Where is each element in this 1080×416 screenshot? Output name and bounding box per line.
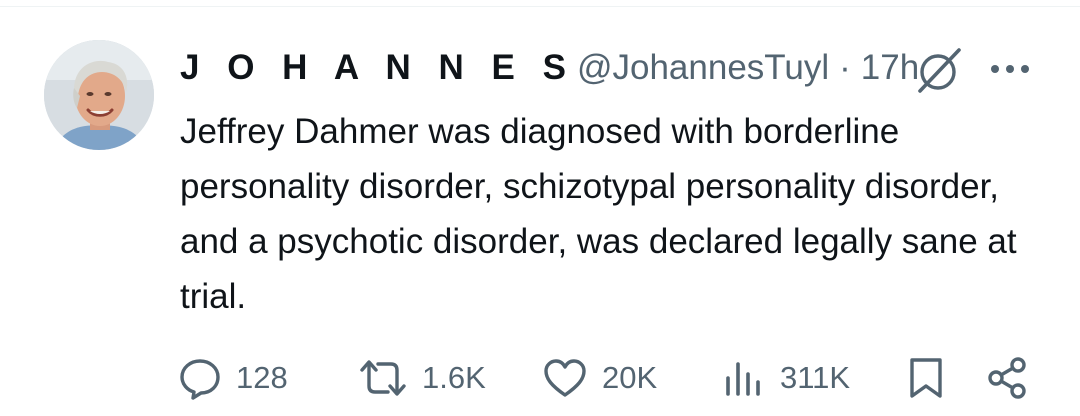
heart-icon xyxy=(544,359,586,397)
timestamp[interactable]: 17h xyxy=(861,48,919,88)
tweet-header: J O H A N N E S @JohannesTuyl · 17h xyxy=(180,44,919,92)
avatar-photo xyxy=(44,40,154,150)
views-icon xyxy=(726,362,760,396)
avatar[interactable] xyxy=(44,40,154,150)
bookmark-button[interactable] xyxy=(906,356,946,400)
action-bar: 128 1.6K 20K 311K xyxy=(178,356,1038,400)
reply-icon xyxy=(180,359,220,400)
grok-icon[interactable] xyxy=(912,44,964,96)
separator-dot: · xyxy=(839,48,851,87)
views-button[interactable]: 311K xyxy=(722,356,850,400)
like-count: 20K xyxy=(602,360,658,395)
tweet[interactable]: J O H A N N E S @JohannesTuyl · 17h Jeff… xyxy=(0,0,1080,416)
view-count: 311K xyxy=(780,360,851,395)
bookmark-icon xyxy=(910,358,942,398)
share-icon xyxy=(988,357,1026,399)
retweet-icon xyxy=(360,360,406,396)
tweet-text: Jeffrey Dahmer was diagnosed with border… xyxy=(180,112,1017,316)
repost-count: 1.6K xyxy=(422,360,486,395)
share-button[interactable] xyxy=(986,356,1030,400)
like-button[interactable]: 20K xyxy=(542,356,657,400)
more-icon[interactable] xyxy=(988,54,1032,84)
reply-count: 128 xyxy=(236,360,288,395)
user-handle[interactable]: @JohannesTuyl xyxy=(577,48,829,88)
repost-button[interactable]: 1.6K xyxy=(358,356,486,400)
display-name[interactable]: J O H A N N E S xyxy=(180,48,575,88)
reply-button[interactable]: 128 xyxy=(178,356,288,400)
